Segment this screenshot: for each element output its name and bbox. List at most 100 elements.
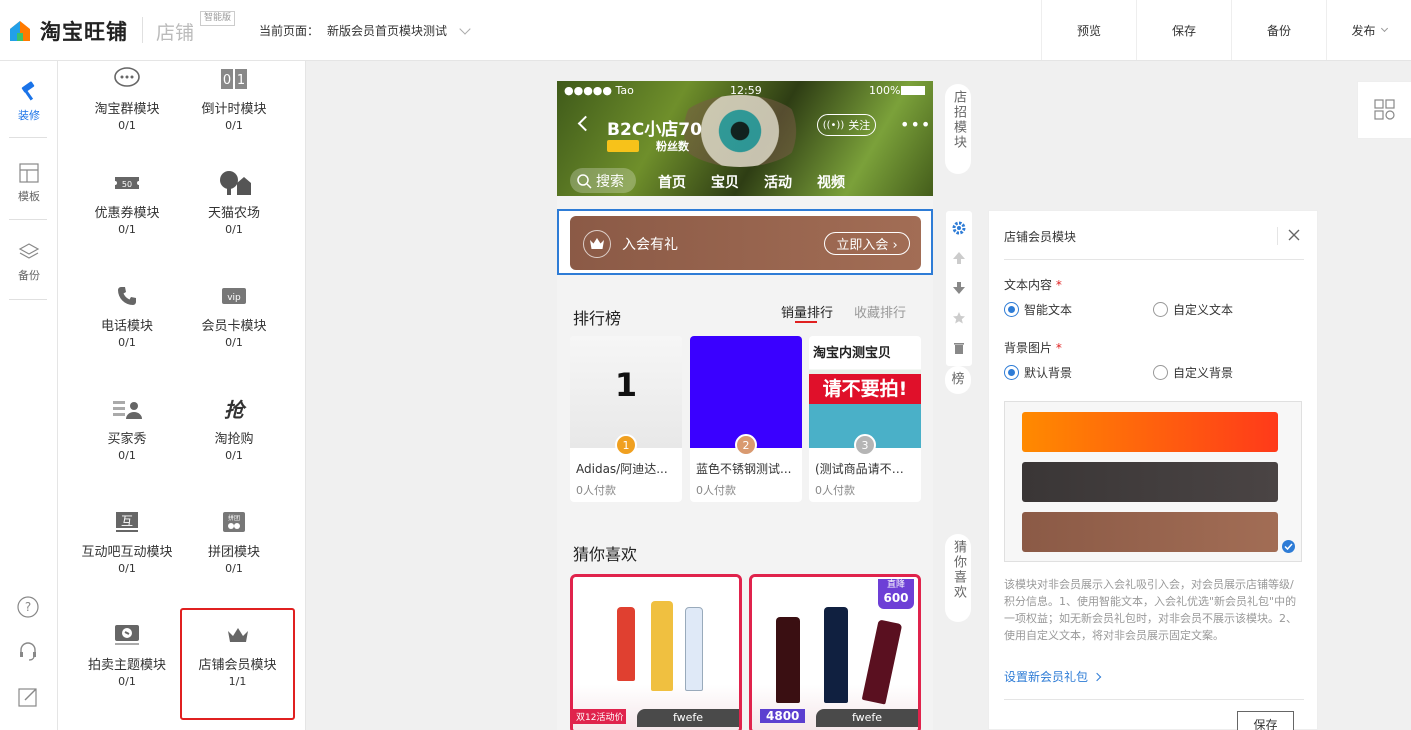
product-image: 淘宝内测宝贝 请不要拍! 3 <box>809 336 921 456</box>
background-picker <box>1004 401 1302 562</box>
module-flash-sale[interactable]: 抢 淘抢购 0/1 <box>179 391 289 463</box>
module-phone[interactable]: 电话模块 0/1 <box>72 278 182 350</box>
radio-custom-bg[interactable]: 自定义背景 <box>1153 364 1233 381</box>
radio-smart-text[interactable]: 智能文本 <box>1004 301 1072 318</box>
radio-label: 自定义文本 <box>1173 303 1234 317</box>
close-icon[interactable] <box>1286 227 1302 243</box>
flash-sale-icon: 抢 <box>179 391 289 427</box>
gear-icon[interactable] <box>952 221 966 235</box>
module-group-buy[interactable]: 拼团 拼团模块 0/1 <box>179 504 289 576</box>
shop-label: 店铺 <box>156 22 195 44</box>
module-auction[interactable]: 拍卖主题模块 0/1 <box>72 617 182 689</box>
star-icon[interactable] <box>952 311 966 325</box>
guess-item[interactable]: 双12活动价 fwefe <box>570 574 742 730</box>
backup-button[interactable]: 备份 <box>1231 0 1326 60</box>
rank-item[interactable]: 淘宝内测宝贝 请不要拍! 3 (测试商品请不要... 0人付款 <box>809 336 921 502</box>
guess-side-label[interactable]: 猜你喜欢 <box>945 534 971 622</box>
buyer-show-icon <box>72 391 182 427</box>
radio-dot <box>1004 365 1019 380</box>
rail-label-template: 模板 <box>18 190 40 203</box>
crown-icon <box>182 617 293 653</box>
guess-item[interactable]: 直降 600 4800 fwefe <box>749 574 921 730</box>
save-button[interactable]: 保存 <box>1136 0 1231 60</box>
rank-item[interactable]: 2 蓝色不锈钢测试... 0人付款 <box>690 336 802 502</box>
rank-item[interactable]: 1 1 Adidas/阿迪达... 0人付款 <box>570 336 682 502</box>
module-buyer-show[interactable]: 买家秀 0/1 <box>72 391 182 463</box>
move-down-icon[interactable] <box>952 281 966 295</box>
module-panel: 淘宝群模块 0/1 01 倒计时模块 0/1 50 优惠券模块 0/1 天猫农场… <box>58 61 306 730</box>
more-icon[interactable]: ••• <box>900 115 931 134</box>
module-countdown[interactable]: 01 倒计时模块 0/1 <box>179 61 289 133</box>
module-coupon[interactable]: 50 优惠券模块 0/1 <box>72 165 182 237</box>
join-member-button[interactable]: 立即入会 › <box>824 232 910 255</box>
module-name: 淘抢购 <box>214 432 254 447</box>
shop-header[interactable]: ●●●●● Tao 12:59 100% B2C小店70 粉丝数 ((•)) 关… <box>557 81 933 196</box>
back-arrow-icon[interactable] <box>577 115 594 132</box>
module-name: 拍卖主题模块 <box>87 658 166 673</box>
follow-button[interactable]: ((•)) 关注 <box>817 114 876 136</box>
bottle-shape <box>776 617 800 703</box>
module-name: 电话模块 <box>100 319 153 334</box>
component-panel-toggle[interactable] <box>1357 81 1411 139</box>
new-member-gift-link[interactable]: 设置新会员礼包 <box>1004 668 1102 685</box>
group-buy-icon: 拼团 <box>179 504 289 540</box>
module-interaction[interactable]: 互 互动吧互动模块 0/1 <box>72 504 182 576</box>
discount-badge-value: 600 <box>883 591 909 605</box>
bottle-shape <box>861 619 903 705</box>
module-count: 0/1 <box>118 223 136 236</box>
rail-item-backup[interactable]: 备份 <box>0 241 58 283</box>
rail-item-template[interactable]: 模板 <box>0 162 58 204</box>
shop-sign-label[interactable]: 店招模块 <box>945 84 971 174</box>
svg-text:抢: 抢 <box>224 398 247 422</box>
bg-option-brown[interactable] <box>1022 512 1278 552</box>
search-icon <box>577 173 592 189</box>
rank-medal: 3 <box>854 434 876 456</box>
rail-label-decorate: 装修 <box>18 109 40 122</box>
tab-sales-ranking[interactable]: 销量排行 <box>781 302 833 321</box>
module-shop-member[interactable]: 店铺会员模块 1/1 <box>180 608 295 720</box>
text-content-label-text: 文本内容 <box>1004 278 1053 292</box>
move-up-icon[interactable] <box>952 251 966 265</box>
settings-save-button[interactable]: 保存 <box>1237 711 1294 730</box>
preview-button[interactable]: 预览 <box>1041 0 1136 60</box>
radio-default-bg[interactable]: 默认背景 <box>1004 364 1072 381</box>
help-icon[interactable]: ? <box>16 595 40 619</box>
bg-option-dark[interactable] <box>1022 462 1278 502</box>
tab-favorites-ranking[interactable]: 收藏排行 <box>854 302 906 321</box>
link-label: 设置新会员礼包 <box>1004 670 1089 684</box>
edit-icon[interactable] <box>16 685 40 709</box>
rail-divider <box>9 219 47 220</box>
ranking-title: 排行榜 <box>573 309 622 328</box>
current-page-selector[interactable]: 当前页面： 新版会员首页模块测试 <box>259 22 471 39</box>
logo[interactable]: 淘宝旺铺 <box>8 16 128 46</box>
headset-icon[interactable] <box>16 639 40 663</box>
rail-item-decorate[interactable]: 装修 <box>0 81 58 123</box>
logo-divider <box>142 17 143 43</box>
product-tag: fwefe <box>816 709 918 727</box>
module-vip-card[interactable]: vip 会员卡模块 0/1 <box>179 278 289 350</box>
tab-items[interactable]: 宝贝 <box>711 172 739 192</box>
settings-panel: 店铺会员模块 文本内容 * 智能文本 自定义文本 背景图片 * 默认背景 自定义… <box>988 210 1318 730</box>
module-tmall-farm[interactable]: 天猫农场 0/1 <box>179 165 289 237</box>
member-module-selected[interactable]: 入会有礼 立即入会 › <box>557 209 933 275</box>
product-image: 1 1 <box>570 336 682 456</box>
publish-button[interactable]: 发布 <box>1326 0 1411 60</box>
radio-label: 自定义背景 <box>1173 366 1234 380</box>
radio-custom-text[interactable]: 自定义文本 <box>1153 301 1233 318</box>
trash-icon[interactable] <box>952 341 966 355</box>
broadcast-icon: ((•)) <box>822 119 845 131</box>
radio-label: 智能文本 <box>1024 303 1073 317</box>
module-taobao-group[interactable]: 淘宝群模块 0/1 <box>72 61 182 133</box>
module-name: 会员卡模块 <box>201 319 267 334</box>
tab-home[interactable]: 首页 <box>658 172 686 192</box>
product-image-text-main: 请不要拍! <box>809 374 921 404</box>
tab-activity[interactable]: 活动 <box>764 172 792 192</box>
bg-option-orange[interactable] <box>1022 412 1278 452</box>
tab-video[interactable]: 视频 <box>817 172 845 192</box>
battery-icon <box>901 86 925 95</box>
fans-label: 粉丝数 <box>656 140 689 153</box>
required-mark: * <box>1055 278 1062 292</box>
ranking-side-label[interactable]: 榜 <box>945 366 971 394</box>
divider <box>1277 227 1278 245</box>
search-button[interactable]: 搜索 <box>570 168 636 193</box>
